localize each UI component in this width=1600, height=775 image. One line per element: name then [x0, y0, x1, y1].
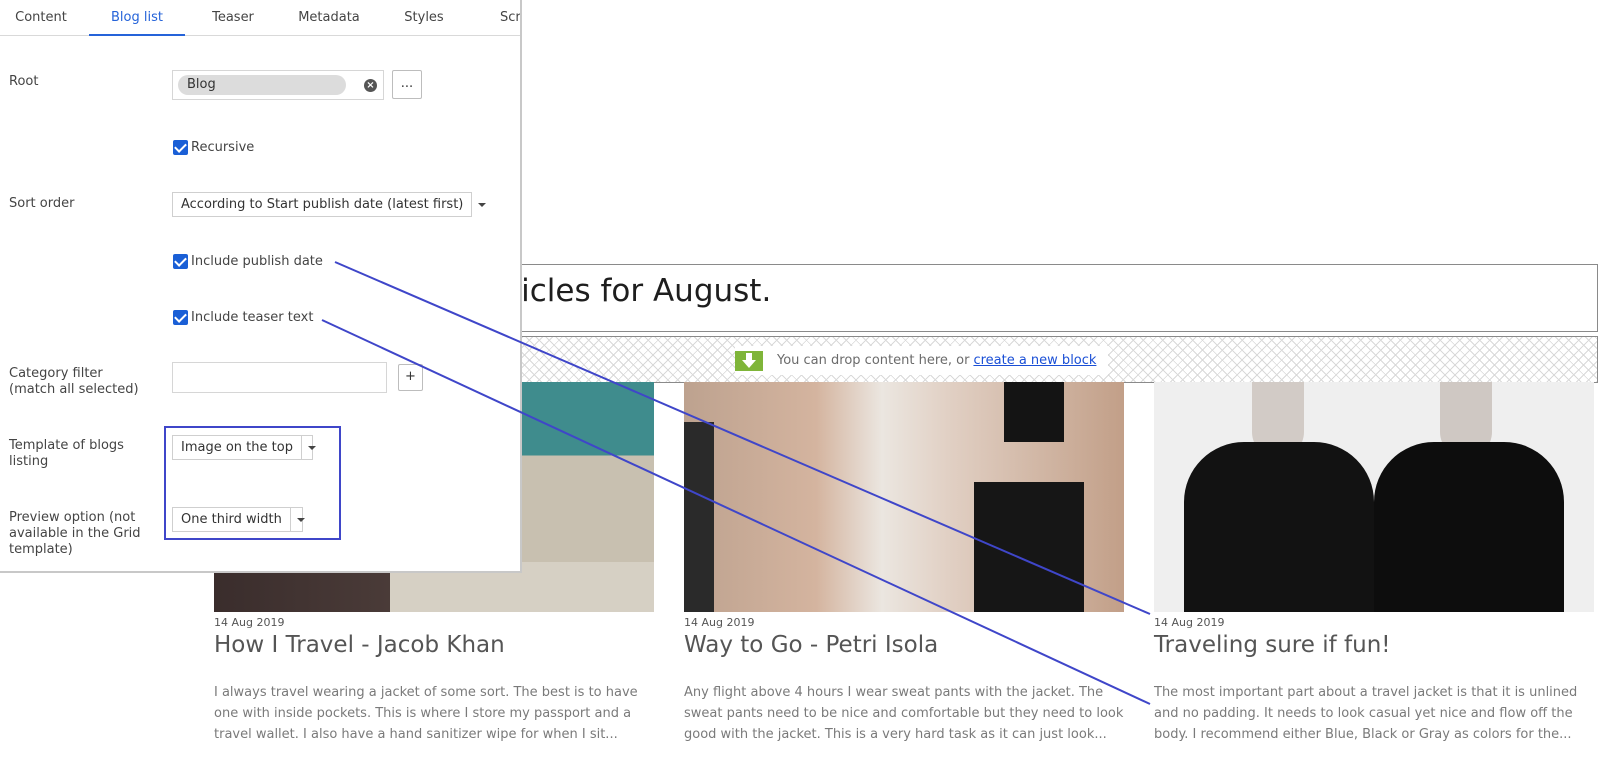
blog-post-image[interactable]	[684, 382, 1124, 612]
blog-post-teaser: Any flight above 4 hours I wear sweat pa…	[684, 685, 1124, 742]
create-new-block-link[interactable]: create a new block	[973, 353, 1096, 368]
drop-zone[interactable]: You can drop content here, or create a n…	[510, 336, 1598, 383]
category-filter-label: Category filter (match all selected)	[9, 366, 139, 397]
root-picker[interactable]: Blog ×	[172, 70, 384, 100]
clear-icon[interactable]: ×	[364, 79, 377, 92]
tab-blog-list[interactable]: Blog list	[89, 0, 185, 36]
blog-post-teaser: I always travel wearing a jacket of some…	[214, 685, 638, 742]
tab-bar: Content Blog list Teaser Metadata Styles…	[0, 0, 520, 36]
blog-post-title[interactable]: Way to Go - Petri Isola	[684, 632, 1124, 658]
tab-scripts[interactable]: Scr	[478, 0, 520, 36]
sort-order-value: According to Start publish date (latest …	[181, 197, 464, 212]
root-value-chip[interactable]: Blog	[178, 75, 346, 95]
sort-order-label: Sort order	[9, 196, 75, 211]
annotation-highlight-box	[164, 426, 341, 540]
blog-post-date: 14 Aug 2019	[214, 616, 285, 629]
include-publish-date-label: Include publish date	[191, 254, 323, 269]
blog-post-date: 14 Aug 2019	[1154, 616, 1225, 629]
tab-styles[interactable]: Styles	[383, 0, 465, 36]
tab-content[interactable]: Content	[0, 0, 82, 36]
chevron-down-icon[interactable]	[471, 193, 492, 216]
template-label: Template of blogs listing	[9, 438, 124, 469]
recursive-checkbox[interactable]: Recursive	[173, 140, 254, 155]
heading-block[interactable]: ticles for August.	[509, 264, 1598, 332]
root-label: Root	[9, 74, 39, 89]
add-category-button[interactable]: +	[398, 364, 423, 391]
category-filter-input[interactable]	[172, 362, 387, 393]
checkbox-checked-icon[interactable]	[173, 310, 188, 325]
tab-teaser[interactable]: Teaser	[192, 0, 274, 36]
blog-post-card[interactable]: 14 Aug 2019 Traveling sure if fun! The m…	[1154, 382, 1594, 745]
browse-button[interactable]: ...	[392, 70, 422, 99]
tab-metadata[interactable]: Metadata	[286, 0, 372, 36]
blog-post-card[interactable]: 14 Aug 2019 Way to Go - Petri Isola Any …	[684, 382, 1124, 745]
include-teaser-text-checkbox[interactable]: Include teaser text	[173, 310, 313, 325]
blog-list-settings-dialog: Content Blog list Teaser Metadata Styles…	[0, 0, 522, 573]
checkbox-checked-icon[interactable]	[173, 140, 188, 155]
include-publish-date-checkbox[interactable]: Include publish date	[173, 254, 323, 269]
download-arrow-icon	[735, 350, 763, 371]
drop-zone-text: You can drop content here, or	[777, 353, 970, 368]
sort-order-select[interactable]: According to Start publish date (latest …	[172, 192, 487, 217]
drop-zone-message: You can drop content here, or create a n…	[735, 346, 1109, 375]
checkbox-checked-icon[interactable]	[173, 254, 188, 269]
blog-post-title[interactable]: How I Travel - Jacob Khan	[214, 632, 654, 658]
page-heading: ticles for August.	[509, 273, 772, 309]
blog-post-date: 14 Aug 2019	[684, 616, 755, 629]
blog-post-image[interactable]	[1154, 382, 1594, 612]
preview-option-label: Preview option (not available in the Gri…	[9, 510, 141, 557]
recursive-label: Recursive	[191, 140, 255, 155]
blog-post-teaser: The most important part about a travel j…	[1154, 685, 1578, 742]
blog-post-title[interactable]: Traveling sure if fun!	[1154, 632, 1594, 658]
include-teaser-text-label: Include teaser text	[191, 310, 314, 325]
